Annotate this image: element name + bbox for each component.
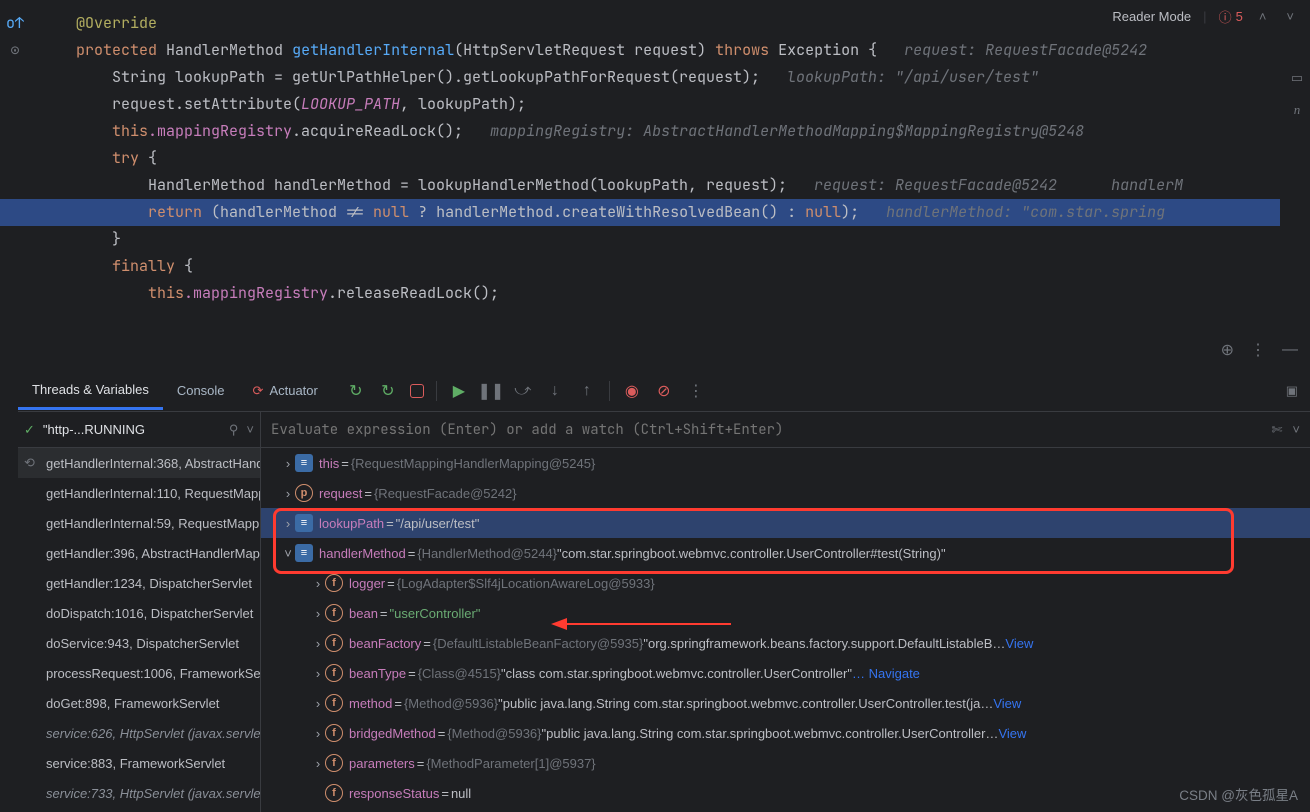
stack-frame[interactable]: service:733, HttpServlet (javax.servlet.… <box>18 778 260 808</box>
stack-frame[interactable]: getHandlerInternal:110, RequestMappingIn… <box>18 478 260 508</box>
stack-frame[interactable]: getHandler:396, AbstractHandlerMapping <box>18 538 260 568</box>
current-execution-line: return (handlerMethod != null ? handlerM… <box>0 199 1280 226</box>
stop-button[interactable] <box>410 384 424 398</box>
variable-beanfactory[interactable]: › beanFactory = {DefaultListableBeanFact… <box>261 628 1310 658</box>
mute-breakpoints-button[interactable]: ⊘ <box>654 381 674 401</box>
stack-frame[interactable]: doDispatch:1016, DispatcherServlet <box>18 598 260 628</box>
field-icon <box>325 694 343 712</box>
variable-parameters[interactable]: › parameters = {MethodParameter[1]@5937} <box>261 748 1310 778</box>
callstack-panel: ⟲getHandlerInternal:368, AbstractHandler… <box>18 448 260 812</box>
drop-frame-icon[interactable]: ⟲ <box>24 455 35 471</box>
field-icon <box>325 634 343 652</box>
override-gutter-icon[interactable]: o↑ <box>6 10 24 37</box>
expand-icon[interactable]: › <box>281 516 295 531</box>
expand-icon[interactable]: › <box>281 486 295 501</box>
variable-this[interactable]: › this = {RequestMappingHandlerMapping@5… <box>261 448 1310 478</box>
variable-logger[interactable]: › logger = {LogAdapter$Slf4jLocationAwar… <box>261 568 1310 598</box>
expand-icon[interactable]: › <box>311 636 325 651</box>
tab-actuator[interactable]: ⟳ Actuator <box>239 373 332 409</box>
step-into-button[interactable]: ↓ <box>545 381 565 401</box>
stack-frame[interactable]: doService:943, DispatcherServlet <box>18 628 260 658</box>
variable-responsestatus[interactable]: responseStatus = null <box>261 778 1310 808</box>
expand-icon[interactable]: › <box>311 576 325 591</box>
layout-settings-button[interactable]: ▣ <box>1286 383 1298 399</box>
target-icon[interactable]: ⊕ <box>1221 340 1234 360</box>
variable-handlermethod[interactable]: ˅ handlerMethod = {HandlerMethod@5244} "… <box>261 538 1310 568</box>
stack-frame[interactable]: ⟲getHandlerInternal:368, AbstractHandler… <box>18 448 260 478</box>
variable-bean[interactable]: › bean = "userController" <box>261 598 1310 628</box>
thread-dropdown-icon[interactable]: ˅ <box>246 422 254 437</box>
view-breakpoints-button[interactable]: ◉ <box>622 381 642 401</box>
right-rail-icon-2[interactable]: n <box>1294 102 1301 118</box>
view-link[interactable]: View <box>1005 636 1033 651</box>
filter-icon[interactable]: ⚲ <box>229 422 239 438</box>
parameter-icon <box>295 484 313 502</box>
code-editor[interactable]: o↑ @Override ⊙ protected HandlerMethod g… <box>0 10 1280 320</box>
stack-frame[interactable]: processRequest:1006, FrameworkServlet <box>18 658 260 688</box>
rerun-test-button[interactable]: ↻ <box>378 381 398 401</box>
debug-tabs-bar: Threads & Variables Console ⟳ Actuator ↻… <box>18 370 1310 412</box>
step-out-button[interactable]: ↑ <box>577 381 597 401</box>
expand-icon[interactable]: › <box>311 726 325 741</box>
evaluate-expression-input[interactable] <box>271 421 1272 439</box>
expand-icon[interactable]: › <box>311 606 325 621</box>
expand-icon <box>311 786 325 801</box>
pause-button[interactable]: ❚❚ <box>481 381 501 401</box>
step-over-button[interactable]: ⤻ <box>513 381 533 401</box>
expand-icon[interactable]: › <box>311 666 325 681</box>
stack-frame[interactable]: service:883, FrameworkServlet <box>18 748 260 778</box>
view-link[interactable]: View <box>993 696 1021 711</box>
variable-bridgedmethod[interactable]: › bridgedMethod = {Method@5936} "public … <box>261 718 1310 748</box>
variable-request[interactable]: › request = {RequestFacade@5242} <box>261 478 1310 508</box>
stack-frame[interactable]: service:626, HttpServlet (javax.servlet.… <box>18 718 260 748</box>
field-icon <box>325 664 343 682</box>
field-icon <box>325 574 343 592</box>
object-icon <box>295 454 313 472</box>
more-debug-button[interactable]: ⋮ <box>686 381 706 401</box>
expand-icon[interactable]: › <box>311 756 325 771</box>
field-icon <box>325 754 343 772</box>
thread-running-icon: ✓ <box>24 422 35 438</box>
field-icon <box>325 784 343 802</box>
variable-method[interactable]: › method = {Method@5936} "public java.la… <box>261 688 1310 718</box>
right-rail-icon-1[interactable]: ▭ <box>1291 70 1303 86</box>
minimize-icon[interactable]: — <box>1282 341 1298 359</box>
actuator-icon: ⟳ <box>253 383 264 399</box>
scissors-icon[interactable]: ✄ <box>1272 422 1283 438</box>
field-icon <box>325 604 343 622</box>
view-link[interactable]: View <box>998 726 1026 741</box>
watermark: CSDN @灰色孤星A <box>1179 784 1298 804</box>
rerun-button[interactable]: ↻ <box>346 381 366 401</box>
variables-panel: › this = {RequestMappingHandlerMapping@5… <box>260 448 1310 812</box>
object-icon <box>295 544 313 562</box>
expand-eval-icon[interactable]: ˅ <box>1292 422 1300 438</box>
variable-lookuppath[interactable]: › lookupPath = "/api/user/test" <box>261 508 1310 538</box>
stack-frame[interactable]: getHandler:1234, DispatcherServlet <box>18 568 260 598</box>
more-icon[interactable]: ⋮ <box>1250 340 1266 360</box>
field-icon <box>325 724 343 742</box>
variable-beantype[interactable]: › beanType = {Class@4515} "class com.sta… <box>261 658 1310 688</box>
collapse-icon[interactable]: ˅ <box>281 546 295 561</box>
expand-icon[interactable]: › <box>311 696 325 711</box>
navigate-link[interactable]: … Navigate <box>852 666 920 681</box>
expand-icon[interactable]: › <box>281 456 295 471</box>
resume-button[interactable]: ▶ <box>449 381 469 401</box>
thread-label[interactable]: "http-...RUNNING <box>43 422 221 437</box>
tab-console[interactable]: Console <box>163 373 239 408</box>
breakpoint-gutter-icon[interactable]: ⊙ <box>6 37 24 64</box>
object-icon <box>295 514 313 532</box>
stack-frame[interactable]: doGet:898, FrameworkServlet <box>18 688 260 718</box>
stack-frame[interactable]: getHandlerInternal:59, RequestMappingHan… <box>18 508 260 538</box>
tab-threads-variables[interactable]: Threads & Variables <box>18 372 163 410</box>
